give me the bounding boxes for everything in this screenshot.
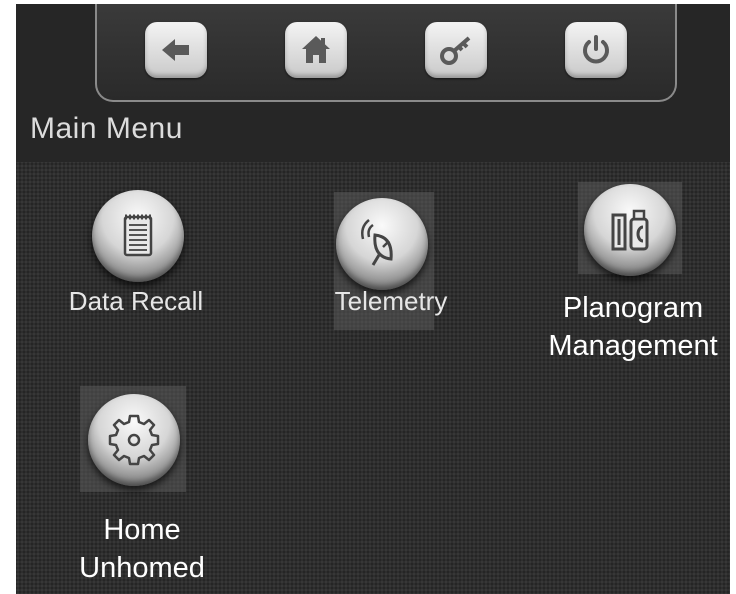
key-icon bbox=[440, 36, 471, 65]
arrow-left-icon bbox=[162, 39, 189, 61]
home-label-line1: Home bbox=[103, 514, 181, 546]
home-button[interactable] bbox=[285, 22, 347, 78]
products-icon bbox=[611, 209, 649, 251]
planogram-icon-button[interactable] bbox=[584, 184, 676, 276]
house-icon bbox=[302, 36, 330, 63]
power-icon bbox=[583, 35, 609, 64]
screen: Main Menu Data Recall Telemetry Planogra… bbox=[16, 4, 730, 594]
planogram-label-line2: Management bbox=[548, 330, 718, 362]
telemetry-label: Telemetry bbox=[334, 286, 448, 316]
gear-icon bbox=[108, 414, 160, 466]
home-label-line2: Unhomed bbox=[79, 552, 205, 584]
back-button[interactable] bbox=[145, 22, 207, 78]
data-recall-label: Data Recall bbox=[68, 286, 204, 316]
power-button[interactable] bbox=[565, 22, 627, 78]
home-icon-button[interactable] bbox=[88, 394, 180, 486]
satellite-dish-icon bbox=[361, 219, 393, 266]
planogram-management-tile[interactable]: Planogram Management bbox=[536, 182, 730, 372]
planogram-label-line1: Planogram bbox=[562, 292, 704, 324]
telemetry-tile[interactable]: Telemetry bbox=[306, 190, 476, 330]
home-unhomed-tile[interactable]: Home Unhomed bbox=[60, 386, 224, 586]
telemetry-icon-button[interactable] bbox=[336, 198, 428, 290]
data-recall-tile[interactable]: Data Recall bbox=[46, 184, 226, 324]
notepad-icon bbox=[123, 214, 153, 257]
key-button[interactable] bbox=[425, 22, 487, 78]
page-title: Main Menu bbox=[30, 112, 183, 145]
toolbar bbox=[95, 4, 677, 102]
data-recall-icon-button[interactable] bbox=[92, 190, 184, 282]
